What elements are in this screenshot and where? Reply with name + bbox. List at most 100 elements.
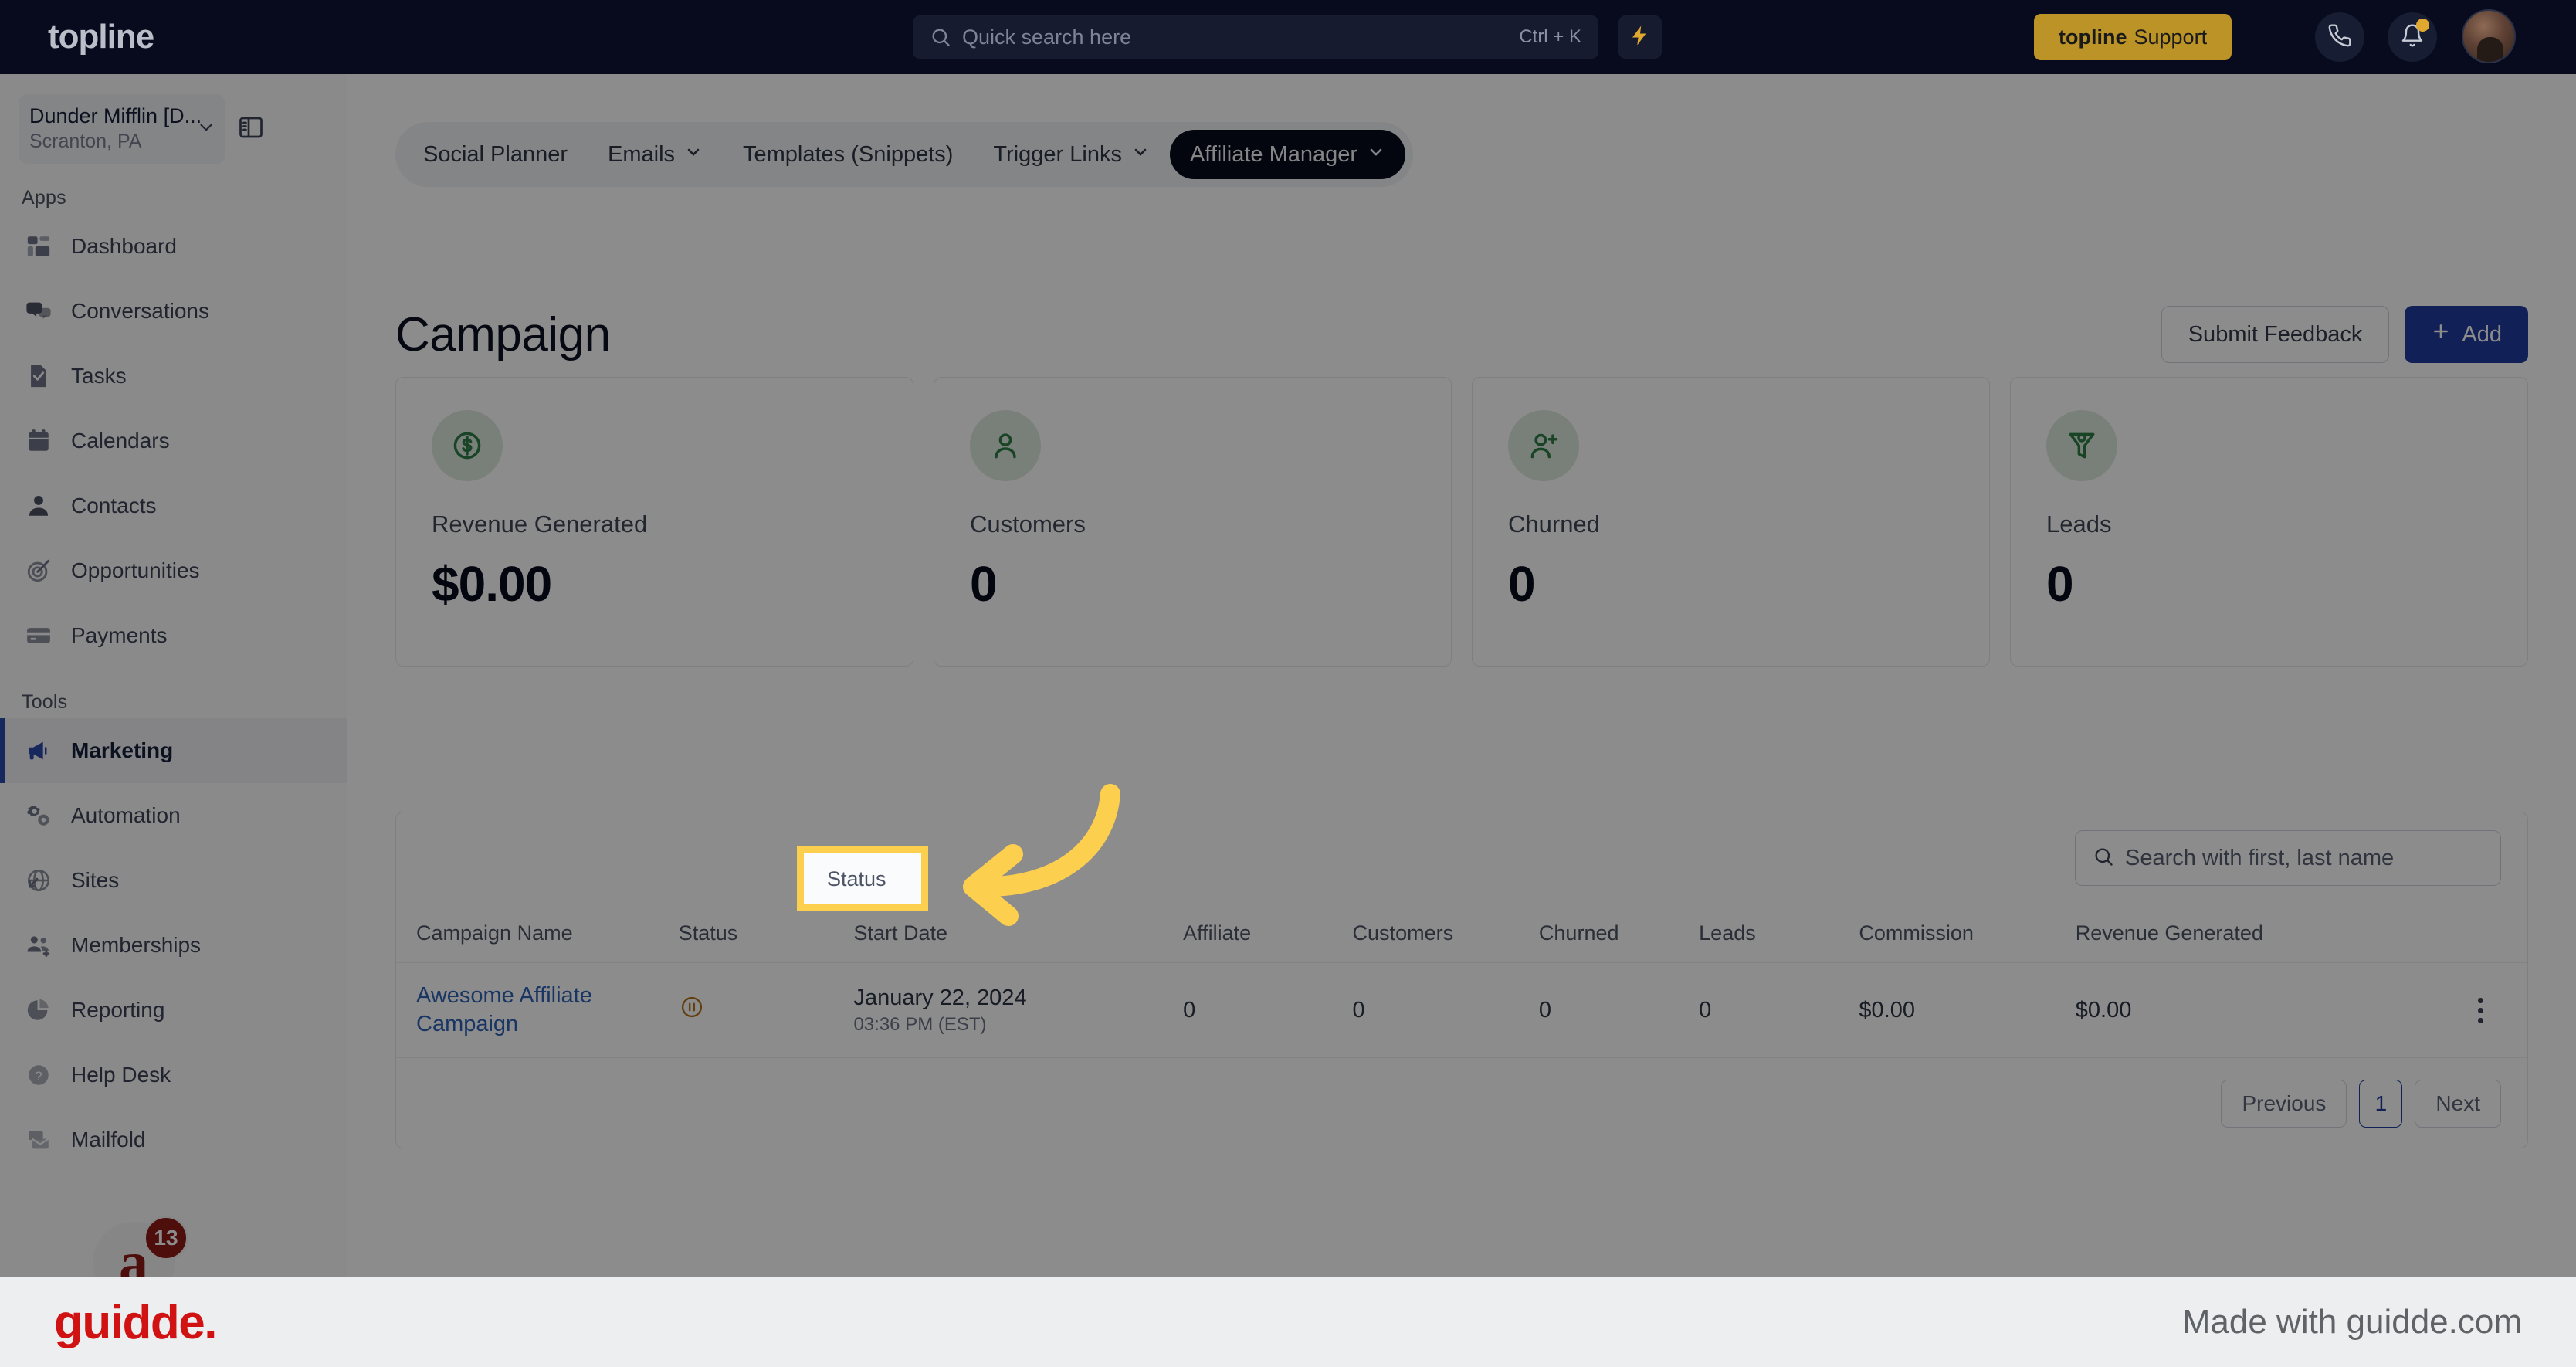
sidebar-item-label: Mailfold: [71, 1128, 146, 1152]
target-icon: [23, 555, 54, 586]
gears-icon: [23, 800, 54, 831]
sidebar-item-automation[interactable]: Automation: [0, 783, 347, 848]
cell-campaign-name: Awesome Affiliate Campaign: [396, 962, 679, 1059]
sidebar-item-sites[interactable]: Sites: [0, 848, 347, 913]
location-switcher[interactable]: Dunder Mifflin [D... Scranton, PA: [19, 94, 225, 164]
stat-card-leads: Leads 0: [2010, 377, 2528, 667]
tab-trigger-links[interactable]: Trigger Links: [973, 130, 1170, 179]
page-header-actions: Submit Feedback Add: [2161, 306, 2528, 363]
pagination: Previous 1 Next: [396, 1058, 2527, 1149]
sidebar-item-label: Memberships: [71, 933, 202, 957]
submit-feedback-label: Submit Feedback: [2188, 321, 2363, 347]
kebab-menu-icon[interactable]: [2433, 997, 2527, 1023]
stat-value: $0.00: [432, 556, 552, 612]
column-header-revenue-generated[interactable]: Revenue Generated: [2075, 904, 2434, 963]
campaign-name-link[interactable]: Awesome Affiliate Campaign: [416, 983, 592, 1036]
table-row[interactable]: Awesome Affiliate Campaign January 22, 2…: [396, 962, 2527, 1059]
sidebar: Dunder Mifflin [D... Scranton, PA Apps D…: [0, 74, 347, 1277]
topline-support-button[interactable]: topline Support: [2034, 14, 2232, 60]
chevron-down-icon: [1367, 142, 1385, 168]
quick-search-input[interactable]: Quick search here Ctrl + K: [913, 15, 1598, 59]
add-button[interactable]: Add: [2405, 306, 2528, 363]
stat-label: Revenue Generated: [432, 511, 648, 538]
tab-social-planner[interactable]: Social Planner: [403, 130, 588, 179]
table-search-input[interactable]: Search with first, last name: [2075, 830, 2501, 886]
chevron-down-icon: [196, 117, 216, 141]
column-header-churned[interactable]: Churned: [1538, 904, 1700, 963]
sidebar-item-label: Opportunities: [71, 558, 200, 582]
sidebar-item-label: Payments: [71, 623, 168, 647]
sidebar-item-label: Reporting: [71, 998, 165, 1022]
tab-label: Affiliate Manager: [1189, 141, 1358, 167]
stat-cards: Revenue Generated $0.00 Customers 0 Chur…: [395, 377, 2528, 667]
sidebar-item-conversations[interactable]: Conversations: [0, 279, 347, 344]
stat-value: 0: [2046, 556, 2074, 612]
page-title: Campaign: [395, 307, 611, 361]
column-header-customers[interactable]: Customers: [1352, 904, 1539, 963]
submit-feedback-button[interactable]: Submit Feedback: [2161, 306, 2390, 363]
table-toolbar: Search with first, last name: [396, 812, 2527, 904]
column-header-affiliate[interactable]: Affiliate: [1183, 904, 1353, 963]
campaign-table-card: Search with first, last name Campaign Na…: [395, 812, 2528, 1148]
megaphone-icon: [23, 735, 54, 766]
sidebar-item-mailfold[interactable]: Mailfold: [0, 1108, 347, 1172]
tab-label: Emails: [608, 141, 676, 167]
panel-collapse-icon: [237, 114, 265, 145]
location-row: Dunder Mifflin [D... Scranton, PA: [0, 74, 347, 164]
panel-collapse-button[interactable]: [233, 111, 269, 147]
svg-text:?: ?: [35, 1069, 42, 1084]
page-header: Campaign Submit Feedback Add: [395, 306, 2528, 363]
cell-revenue: $0.00: [2075, 962, 2434, 1059]
support-label: Support: [2134, 25, 2208, 49]
sidebar-item-label: Marketing: [71, 738, 174, 762]
tab-label: Social Planner: [423, 141, 568, 167]
pause-circle-icon[interactable]: [679, 997, 705, 1026]
cell-churned: 0: [1538, 962, 1700, 1059]
sidebar-item-label: Tasks: [71, 364, 127, 388]
sidebar-item-opportunities[interactable]: Opportunities: [0, 538, 347, 603]
start-time-value: 03:36 PM (EST): [853, 1013, 987, 1035]
pagination-previous-button[interactable]: Previous: [2221, 1080, 2347, 1128]
column-header-status[interactable]: Status: [678, 904, 854, 963]
lightning-bolt-button[interactable]: [1618, 15, 1662, 59]
calendar-icon: [23, 426, 54, 456]
sidebar-item-tasks[interactable]: Tasks: [0, 344, 347, 409]
stat-card-revenue-generated: Revenue Generated $0.00: [395, 377, 913, 667]
tab-emails[interactable]: Emails: [588, 130, 723, 179]
table-header-row: Campaign Name Status Start Date Affiliat…: [396, 904, 2527, 963]
sidebar-item-label: Conversations: [71, 299, 209, 323]
column-header-leads[interactable]: Leads: [1699, 904, 1859, 963]
person-add-icon: [1508, 410, 1579, 481]
notifications-button[interactable]: [2388, 12, 2437, 62]
sidebar-item-calendars[interactable]: Calendars: [0, 409, 347, 473]
sidebar-item-contacts[interactable]: Contacts: [0, 473, 347, 538]
nav-group-tools-label: Tools: [22, 691, 68, 713]
avatar[interactable]: [2462, 9, 2516, 63]
sidebar-item-dashboard[interactable]: Dashboard: [0, 214, 347, 279]
tab-templates-snippets[interactable]: Templates (Snippets): [723, 130, 973, 179]
search-icon: [2093, 846, 2114, 871]
sidebar-item-marketing[interactable]: Marketing: [0, 718, 347, 783]
tab-affiliate-manager[interactable]: Affiliate Manager: [1169, 130, 1406, 179]
status-column-highlight[interactable]: Status: [797, 846, 928, 911]
sidebar-item-reporting[interactable]: Reporting: [0, 978, 347, 1043]
phone-icon: [2327, 23, 2352, 52]
app-window: topline Quick search here Ctrl + K topli…: [0, 0, 2576, 1277]
sidebar-item-label: Dashboard: [71, 234, 177, 258]
pagination-next-button[interactable]: Next: [2415, 1080, 2501, 1128]
sidebar-item-help-desk[interactable]: ? Help Desk: [0, 1043, 347, 1108]
sidebar-item-memberships[interactable]: Memberships: [0, 913, 347, 978]
mail-widget[interactable]: a 13: [93, 1213, 201, 1277]
notification-dot: [2416, 19, 2429, 32]
column-header-campaign-name[interactable]: Campaign Name: [396, 904, 679, 963]
support-brand-label: topline: [2059, 25, 2127, 49]
add-label: Add: [2462, 321, 2502, 347]
pagination-page-1[interactable]: 1: [2359, 1080, 2403, 1128]
stat-label: Customers: [970, 511, 1086, 538]
sidebar-item-payments[interactable]: Payments: [0, 603, 347, 668]
phone-button[interactable]: [2315, 12, 2364, 62]
globe-icon: [23, 865, 54, 896]
column-header-commission[interactable]: Commission: [1859, 904, 2076, 963]
topline-logo[interactable]: topline: [48, 18, 154, 56]
stat-label: Leads: [2046, 511, 2112, 538]
